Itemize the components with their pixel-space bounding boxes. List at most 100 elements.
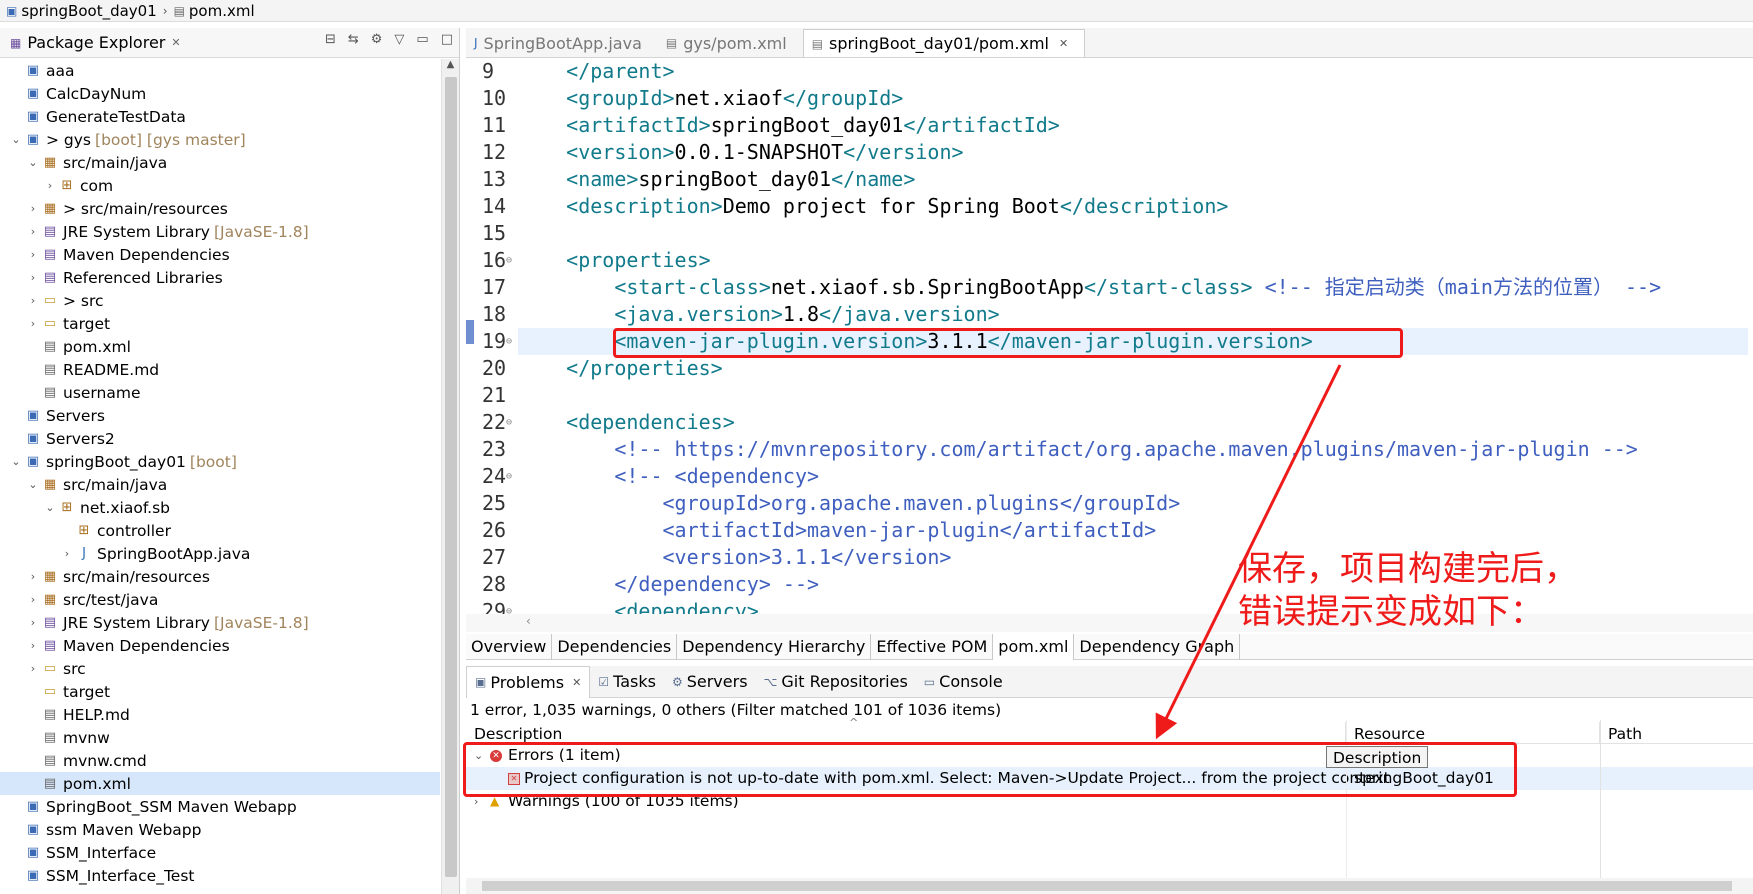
chevron-right-icon[interactable]: › xyxy=(25,225,41,238)
code-line[interactable]: <!-- https://mvnrepository.com/artifact/… xyxy=(518,436,1748,463)
tree-item[interactable]: ⌄ ▦ src/main/java xyxy=(0,473,440,496)
fold-icon[interactable]: ⊖ xyxy=(506,598,512,614)
code-line[interactable]: <groupId>net.xiaof</groupId> xyxy=(518,85,1748,112)
tree-item[interactable]: › ▤ Maven Dependencies xyxy=(0,634,440,657)
pom-editor-tab[interactable]: Dependency Graph xyxy=(1074,634,1241,660)
tree-item[interactable]: ▤ README.md xyxy=(0,358,440,381)
chevron-right-icon[interactable]: › xyxy=(25,662,41,675)
tree-item[interactable]: › ▤ JRE System Library [JavaSE-1.8] xyxy=(0,611,440,634)
tree-item[interactable]: ▤ HELP.md xyxy=(0,703,440,726)
tree-item[interactable]: ▤ mvnw xyxy=(0,726,440,749)
tree-item[interactable]: › ▭ src xyxy=(0,657,440,680)
chevron-right-icon[interactable]: › xyxy=(25,639,41,652)
code-line[interactable]: <description>Demo project for Spring Boo… xyxy=(518,193,1748,220)
view-tab[interactable]: ▣ Problems ✕ xyxy=(466,665,591,698)
problems-horizontal-scrollbar[interactable] xyxy=(466,878,1753,894)
chevron-down-icon[interactable]: ⌄ xyxy=(25,478,41,491)
code-line[interactable]: <!-- <dependency> xyxy=(518,463,1748,490)
tree-item[interactable]: ⌄ ▣ springBoot_day01 [boot] xyxy=(0,450,440,473)
collapse-all-icon[interactable]: ⊟ xyxy=(325,32,336,47)
code-line[interactable]: <dependencies> xyxy=(518,409,1748,436)
tree-item[interactable]: ⊞ controller xyxy=(0,519,440,542)
tree-item[interactable]: ▣ SSM_Interface_Test xyxy=(0,864,440,887)
code-line[interactable] xyxy=(518,382,1748,409)
close-icon[interactable]: ✕ xyxy=(572,676,581,689)
chevron-down-icon[interactable]: ⌄ xyxy=(42,501,58,514)
tree-item[interactable]: › ▦ src/main/resources xyxy=(0,565,440,588)
tree-item[interactable]: ▣ CalcDayNum xyxy=(0,82,440,105)
tree-item[interactable]: › ▦ src/test/java xyxy=(0,588,440,611)
code-line[interactable] xyxy=(518,220,1748,247)
minimize-icon[interactable]: ▭ xyxy=(416,32,428,47)
chevron-down-icon[interactable]: ⌄ xyxy=(8,455,24,468)
view-tab[interactable]: ☑ Tasks xyxy=(590,666,664,698)
tree-item[interactable]: ▣ aaa xyxy=(0,59,440,82)
scrollbar-thumb[interactable] xyxy=(482,881,1732,891)
close-icon[interactable]: ✕ xyxy=(1059,37,1068,50)
view-tab[interactable]: ⌥ Git Repositories xyxy=(756,666,916,698)
pom-editor-tab[interactable]: Overview xyxy=(466,634,553,660)
code-line[interactable]: <start-class>net.xiaof.sb.SpringBootApp<… xyxy=(518,274,1748,301)
chevron-right-icon[interactable]: › xyxy=(25,616,41,629)
view-menu-icon[interactable]: ▽ xyxy=(394,32,404,47)
link-editor-icon[interactable]: ⇆ xyxy=(348,32,359,47)
tree-item[interactable]: ▣ GenerateTestData xyxy=(0,105,440,128)
chevron-right-icon[interactable]: › xyxy=(59,547,75,560)
tree-item[interactable]: ▭ target xyxy=(0,680,440,703)
chevron-down-icon[interactable]: ⌄ xyxy=(25,156,41,169)
code-line[interactable]: <properties> xyxy=(518,247,1748,274)
fold-icon[interactable]: ⊖ xyxy=(506,463,512,490)
column-resource[interactable]: Resource xyxy=(1346,722,1600,744)
maximize-icon[interactable]: □ xyxy=(441,32,453,47)
chevron-right-icon[interactable]: › xyxy=(42,179,58,192)
explorer-scrollbar[interactable]: ▲ xyxy=(441,59,459,894)
chevron-right-icon[interactable]: › xyxy=(25,593,41,606)
tree-item[interactable]: › J SpringBootApp.java xyxy=(0,542,440,565)
chevron-right-icon[interactable]: › xyxy=(25,294,41,307)
tree-item[interactable]: ▤ pom.xml xyxy=(0,335,440,358)
close-icon[interactable]: ✕ xyxy=(171,36,180,49)
tree-item[interactable]: ⌄ ▦ src/main/java xyxy=(0,151,440,174)
tree-item[interactable]: ▤ username xyxy=(0,381,440,404)
tree-item[interactable]: ▣ ssm Maven Webapp xyxy=(0,818,440,841)
column-path[interactable]: Path xyxy=(1600,722,1753,744)
code-line[interactable]: <artifactId>springBoot_day01</artifactId… xyxy=(518,112,1748,139)
editor-tab[interactable]: ▤ gys/pom.xml xyxy=(658,29,803,57)
code-line[interactable]: <name>springBoot_day01</name> xyxy=(518,166,1748,193)
chevron-right-icon[interactable]: › xyxy=(25,271,41,284)
column-description[interactable]: Description xyxy=(466,722,1346,744)
tree-item[interactable]: ▣ Servers2 xyxy=(0,427,440,450)
tree-item[interactable]: › ⊞ com xyxy=(0,174,440,197)
fold-icon[interactable]: ⊖ xyxy=(506,328,512,355)
fold-icon[interactable]: ⊖ xyxy=(506,247,512,274)
breadcrumb-file[interactable]: ▤ pom.xml xyxy=(174,2,255,20)
tree-item[interactable]: › ▤ Referenced Libraries xyxy=(0,266,440,289)
chevron-right-icon[interactable]: › xyxy=(25,202,41,215)
tree-item[interactable]: › ▤ JRE System Library [JavaSE-1.8] xyxy=(0,220,440,243)
pom-editor-tab[interactable]: Effective POM xyxy=(871,634,994,660)
tree-item[interactable]: ▣ SSM_Interface xyxy=(0,841,440,864)
pom-editor-tab[interactable]: Dependency Hierarchy xyxy=(677,634,872,660)
tree-item[interactable]: ▤ mvnw.cmd xyxy=(0,749,440,772)
tree-item[interactable]: › ▤ Maven Dependencies xyxy=(0,243,440,266)
scrollbar-thumb[interactable] xyxy=(445,77,457,877)
view-tab[interactable]: ▭ Console xyxy=(916,666,1011,698)
chevron-down-icon[interactable]: ⌄ xyxy=(8,133,24,146)
tree-item[interactable]: ▣ SpringBoot_SSM Maven Webapp xyxy=(0,795,440,818)
tree-item[interactable]: › ▦ > src/main/resources xyxy=(0,197,440,220)
scroll-left-icon[interactable]: ‹ xyxy=(526,614,531,628)
editor-tab[interactable]: J SpringBootApp.java xyxy=(466,29,658,57)
tree-item[interactable]: ⌄ ⊞ net.xiaof.sb xyxy=(0,496,440,519)
tree-item[interactable]: ⌄ ▣ > gys [boot] [gys master] xyxy=(0,128,440,151)
code-line[interactable]: </parent> xyxy=(518,58,1748,85)
code-line[interactable]: <java.version>1.8</java.version> xyxy=(518,301,1748,328)
pom-editor-tab[interactable]: Dependencies xyxy=(552,634,678,660)
chevron-right-icon[interactable]: › xyxy=(25,248,41,261)
code-line[interactable]: <groupId>org.apache.maven.plugins</group… xyxy=(518,490,1748,517)
tree-item[interactable]: › ▭ > src xyxy=(0,289,440,312)
code-line[interactable]: </properties> xyxy=(518,355,1748,382)
tree-item[interactable]: ▣ Servers xyxy=(0,404,440,427)
chevron-right-icon[interactable]: › xyxy=(25,317,41,330)
breadcrumb-project[interactable]: ▣ springBoot_day01 xyxy=(6,2,157,20)
fold-icon[interactable]: ⊖ xyxy=(506,409,512,436)
